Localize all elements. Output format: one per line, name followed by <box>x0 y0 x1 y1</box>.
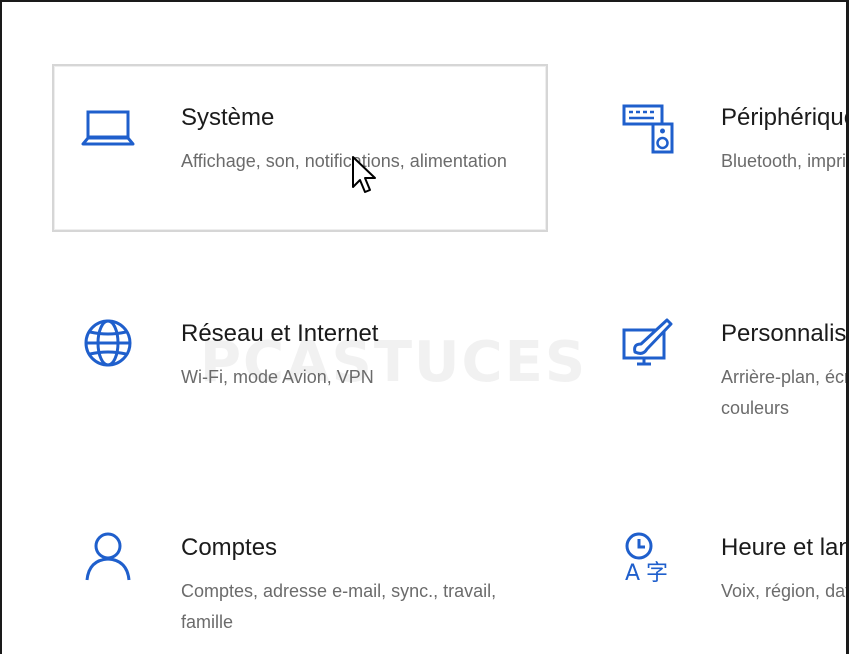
right-column: Périphériques Bluetooth, imprimantes, so… <box>592 0 846 654</box>
tile-description: Wi-Fi, mode Avion, VPN <box>181 367 374 387</box>
tile-description: Affichage, son, notifications, alimentat… <box>181 151 507 171</box>
clock-language-icon: A 字 <box>625 532 668 584</box>
settings-tile-heure-langue[interactable]: A 字 Heure et langue Voix, région, date <box>592 494 846 654</box>
mouse-cursor-icon <box>352 156 376 193</box>
keyboard-speaker-icon <box>622 104 674 154</box>
paint-monitor-icon <box>622 318 673 366</box>
tile-description: Voix, région, date <box>721 581 846 601</box>
tile-description: Bluetooth, imprimantes, souris <box>721 151 846 171</box>
tile-title: Périphériques <box>721 104 846 131</box>
person-icon <box>85 532 131 581</box>
globe-icon <box>84 319 132 367</box>
tile-title: Comptes <box>181 534 278 561</box>
svg-text:A: A <box>625 561 640 584</box>
tile-title: Réseau et Internet <box>181 320 379 347</box>
tile-title: Personnalisation <box>721 320 846 347</box>
settings-tile-peripheriques[interactable]: Périphériques Bluetooth, imprimantes, so… <box>592 64 846 232</box>
tile-description: Arrière-plan, écran de verrouillage, cou… <box>721 367 846 418</box>
laptop-icon <box>81 110 135 146</box>
settings-tile-comptes[interactable]: Comptes Comptes, adresse e-mail, sync., … <box>52 494 548 662</box>
settings-tile-personnalisation[interactable]: Personnalisation Arrière-plan, écran de … <box>592 280 846 448</box>
tile-description: Comptes, adresse e-mail, sync., travail,… <box>181 581 497 632</box>
tile-title: Heure et langue <box>721 534 846 561</box>
tile-title: Système <box>181 104 275 131</box>
settings-tile-reseau[interactable]: Réseau et Internet Wi-Fi, mode Avion, VP… <box>52 280 548 448</box>
settings-tile-systeme[interactable]: Système Affichage, son, notifications, a… <box>52 64 548 232</box>
svg-text:字: 字 <box>646 561 668 584</box>
